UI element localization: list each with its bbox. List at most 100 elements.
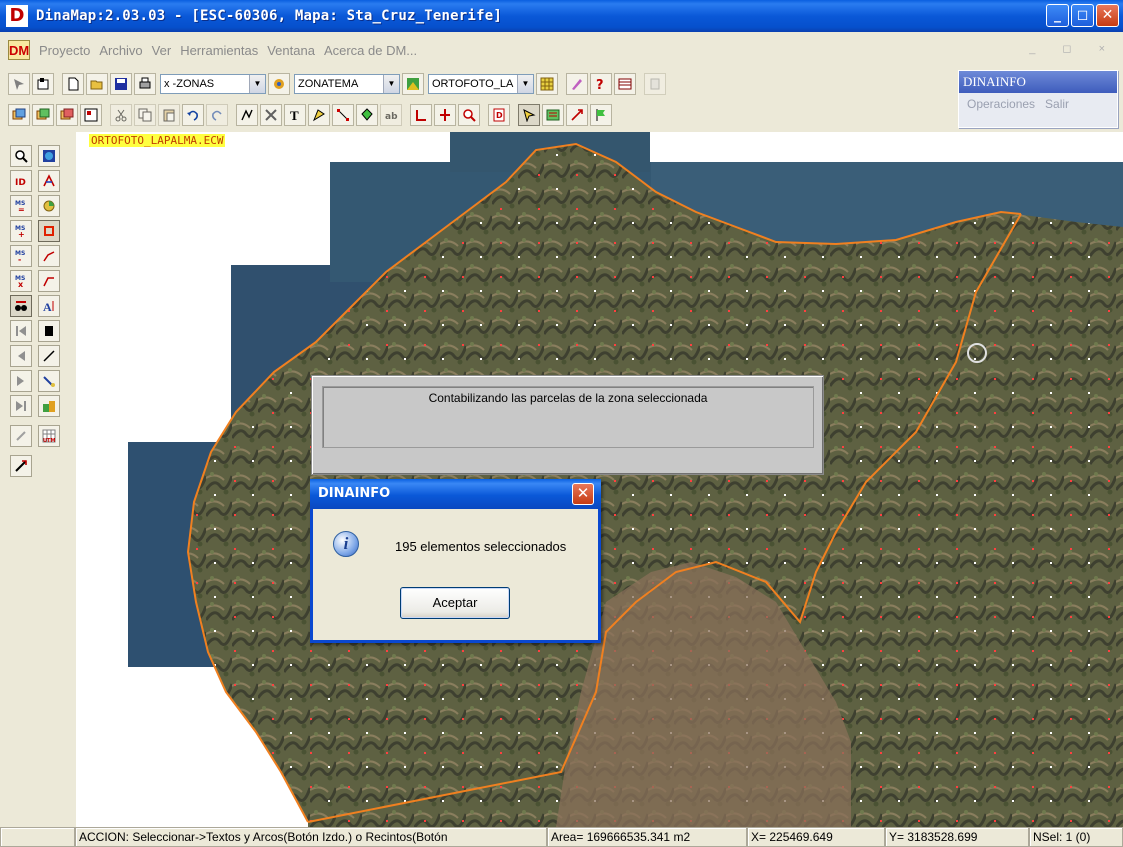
flag-tool-icon[interactable]: [590, 104, 612, 126]
ms-plus-icon[interactable]: MS +: [10, 220, 32, 242]
id-tool-icon[interactable]: ID: [10, 170, 32, 192]
minimize-button[interactable]: _: [1046, 4, 1069, 27]
window-title: DinaMap:2.03.03 - [ESC-60306, Mapa: Sta_…: [36, 8, 502, 24]
select-tool-icon[interactable]: [518, 104, 540, 126]
restore-button[interactable]: ◻: [1071, 4, 1094, 27]
disabled-tool-icon[interactable]: [644, 73, 666, 95]
theme-combo[interactable]: ZONATEMA ▼: [294, 74, 400, 94]
move-disabled-icon[interactable]: [10, 425, 32, 447]
print-icon[interactable]: [134, 73, 156, 95]
document-icon[interactable]: D: [488, 104, 510, 126]
pencil-icon[interactable]: [566, 73, 588, 95]
zoom-region-icon[interactable]: [458, 104, 480, 126]
zone-tool-icon[interactable]: [268, 73, 290, 95]
text-tool-icon[interactable]: T: [284, 104, 306, 126]
layer-combo-value: ORTOFOTO_LA: [432, 78, 514, 90]
zones-combo[interactable]: x -ZONAS ▼: [160, 74, 266, 94]
layers-move-icon[interactable]: [56, 104, 78, 126]
map-layer-label: ORTOFOTO_LAPALMA.ECW: [89, 134, 226, 147]
pie-tool-icon[interactable]: [38, 195, 60, 217]
menu-herramientas[interactable]: Herramientas: [180, 43, 258, 58]
export-tool-icon[interactable]: [10, 455, 32, 477]
line-tool-icon[interactable]: [236, 104, 258, 126]
menu-ver[interactable]: Ver: [152, 43, 172, 58]
progress-message: Contabilizando las parcelas de la zona s…: [428, 391, 708, 405]
help-icon[interactable]: ?: [590, 73, 612, 95]
open-folder-icon[interactable]: [86, 73, 108, 95]
text-cursor-icon[interactable]: A: [38, 295, 60, 317]
ms-delete-icon[interactable]: MS x: [10, 270, 32, 292]
paste-icon[interactable]: [158, 104, 180, 126]
previous-record-icon[interactable]: [10, 345, 32, 367]
grid-select-icon[interactable]: [80, 104, 102, 126]
label-tool-icon[interactable]: ab: [380, 104, 402, 126]
cut-icon[interactable]: [110, 104, 132, 126]
copy-icon[interactable]: [134, 104, 156, 126]
svg-text:T: T: [290, 108, 299, 122]
dinainfo-panel: DINAINFO Operaciones Salir: [958, 70, 1118, 128]
menu-bar: DM Proyecto Archivo Ver Herramientas Ven…: [0, 38, 1123, 62]
ms-minus-icon[interactable]: MS -: [10, 245, 32, 267]
info-tool-icon[interactable]: [32, 73, 54, 95]
tools-icon[interactable]: [260, 104, 282, 126]
first-record-icon[interactable]: [10, 320, 32, 342]
status-area: Area= 169666535.341 m2: [547, 827, 747, 847]
measure-tool-icon[interactable]: [410, 104, 432, 126]
fill-tool-icon[interactable]: [356, 104, 378, 126]
line-draw-icon[interactable]: [38, 345, 60, 367]
draw-tool-icon[interactable]: [38, 170, 60, 192]
main-toolbar: x -ZONAS ▼ ZONATEMA ▼ ORTOFOTO_LA ▼ ?: [0, 70, 666, 98]
dinainfo-menu-operaciones[interactable]: Operaciones: [967, 93, 1035, 115]
chevron-down-icon[interactable]: ▼: [249, 75, 265, 93]
message-dialog-title: DINAINFO: [310, 479, 601, 509]
layers-icon[interactable]: [8, 104, 30, 126]
menu-proyecto[interactable]: Proyecto: [39, 43, 90, 58]
layers-copy-icon[interactable]: [32, 104, 54, 126]
grid-icon[interactable]: [536, 73, 558, 95]
globe-icon[interactable]: [38, 145, 60, 167]
menu-ventana[interactable]: Ventana: [267, 43, 315, 58]
save-icon[interactable]: [110, 73, 132, 95]
dinainfo-panel-title: DINAINFO: [959, 71, 1117, 93]
segment-tool-icon[interactable]: [38, 270, 60, 292]
attribute-tool-icon[interactable]: [542, 104, 564, 126]
binoculars-icon[interactable]: [10, 295, 32, 317]
menu-archivo[interactable]: Archivo: [99, 43, 142, 58]
dm-menu-icon[interactable]: DM: [8, 40, 30, 60]
dinainfo-panel-menu: Operaciones Salir: [959, 93, 1117, 115]
undo-icon[interactable]: [182, 104, 204, 126]
theme-combo-value: ZONATEMA: [298, 78, 359, 90]
polygon-tool-icon[interactable]: [308, 104, 330, 126]
app-icon[interactable]: D: [6, 5, 28, 27]
arrow-tool-icon[interactable]: [566, 104, 588, 126]
dinainfo-menu-salir[interactable]: Salir: [1045, 93, 1069, 115]
new-file-icon[interactable]: [62, 73, 84, 95]
menu-acerca-de[interactable]: Acerca de DM...: [324, 43, 417, 58]
chevron-down-icon[interactable]: ▼: [517, 75, 533, 93]
rectangle-tool-icon[interactable]: [38, 220, 60, 242]
pointer-tool-icon[interactable]: [8, 73, 30, 95]
next-record-icon[interactable]: [10, 370, 32, 392]
status-bar: ACCION: Seleccionar->Textos y Arcos(Botó…: [0, 827, 1123, 847]
chevron-down-icon[interactable]: ▼: [383, 75, 399, 93]
message-dialog-close-button[interactable]: ✕: [572, 483, 594, 505]
mdi-child-controls[interactable]: _ ◻ ×: [1029, 42, 1117, 55]
node-tool-icon[interactable]: [332, 104, 354, 126]
redo-icon[interactable]: [206, 104, 228, 126]
layer-combo[interactable]: ORTOFOTO_LA ▼: [428, 74, 534, 94]
split-tool-icon[interactable]: [434, 104, 456, 126]
ok-button[interactable]: Aceptar: [400, 587, 510, 619]
polyline-tool-icon[interactable]: [38, 245, 60, 267]
fill-black-icon[interactable]: [38, 320, 60, 342]
brush-tool-icon[interactable]: [38, 370, 60, 392]
svg-text:D: D: [496, 111, 503, 120]
ms-equal-icon[interactable]: MS =: [10, 195, 32, 217]
last-record-icon[interactable]: [10, 395, 32, 417]
zoom-icon[interactable]: [10, 145, 32, 167]
table-icon[interactable]: [614, 73, 636, 95]
svg-text:A: A: [43, 300, 52, 313]
close-button[interactable]: ✕: [1096, 4, 1119, 27]
theme-tool-icon[interactable]: [402, 73, 424, 95]
blocks-tool-icon[interactable]: [38, 395, 60, 417]
utm-grid-icon[interactable]: UTM: [38, 425, 60, 447]
